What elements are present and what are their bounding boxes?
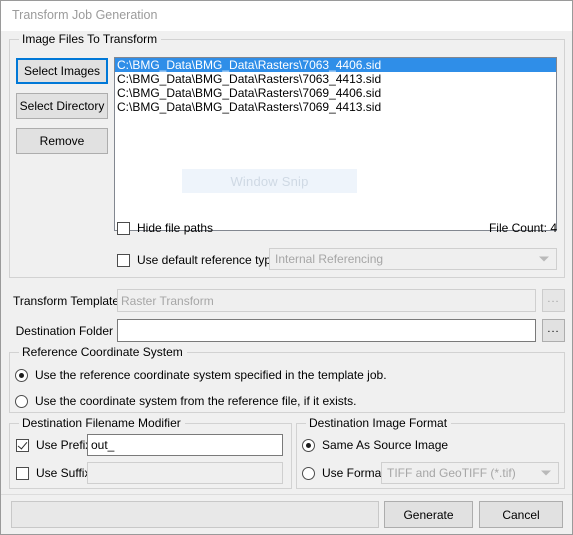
- prefix-input-value: out_: [91, 438, 115, 452]
- transform-template-label: Transform Template: [13, 294, 120, 308]
- radio-template-job-coordinate-system-box[interactable]: [15, 368, 28, 382]
- radio-template-job-coordinate-system[interactable]: Use the reference coordinate system spec…: [15, 368, 387, 382]
- destination-filename-modifier-group-label: Destination Filename Modifier: [19, 417, 185, 429]
- hide-file-paths-checkbox[interactable]: Hide file paths: [117, 221, 213, 235]
- select-images-button[interactable]: Select Images: [16, 58, 108, 84]
- reference-type-value: Internal Referencing: [275, 252, 384, 266]
- radio-reference-file-coordinate-system-label: Use the coordinate system from the refer…: [35, 394, 357, 408]
- cancel-button-label: Cancel: [502, 507, 540, 522]
- file-list-item[interactable]: C:\BMG_Data\BMG_Data\Rasters\7069_4406.s…: [115, 86, 556, 100]
- destination-folder-field[interactable]: [117, 319, 536, 342]
- radio-same-as-source-image-box[interactable]: [302, 438, 315, 452]
- image-format-combobox: TIFF and GeoTIFF (*.tif): [381, 462, 559, 484]
- use-suffix-label: Use Suffix: [36, 466, 91, 480]
- radio-same-as-source-image[interactable]: Same As Source Image: [302, 438, 448, 452]
- radio-use-format[interactable]: Use Format: [302, 466, 385, 480]
- transform-template-browse-label: ...: [547, 292, 560, 305]
- remove-button-label: Remove: [39, 134, 85, 148]
- use-default-reference-type-label: Use default reference type: [137, 253, 278, 267]
- cancel-button[interactable]: Cancel: [479, 501, 563, 528]
- transform-job-generation-dialog: Transform Job Generation Image Files To …: [0, 0, 573, 535]
- window-title: Transform Job Generation: [12, 8, 158, 22]
- use-suffix-checkbox[interactable]: Use Suffix: [16, 466, 90, 480]
- status-progress-bar: [11, 501, 379, 528]
- use-default-reference-type-checkbox-box[interactable]: [117, 253, 130, 267]
- reference-type-combobox[interactable]: Internal Referencing: [269, 248, 557, 270]
- prefix-input[interactable]: out_: [87, 434, 283, 456]
- transform-template-browse-button: ...: [542, 289, 565, 312]
- select-images-button-label: Select Images: [23, 64, 101, 78]
- use-prefix-checkbox[interactable]: Use Prefix: [16, 438, 91, 452]
- image-format-value: TIFF and GeoTIFF (*.tif): [387, 466, 516, 480]
- destination-folder-label: Destination Folder: [15, 324, 113, 338]
- use-prefix-checkbox-box[interactable]: [16, 438, 29, 452]
- remove-button[interactable]: Remove: [16, 128, 108, 154]
- hide-file-paths-label: Hide file paths: [137, 221, 214, 235]
- generate-button-label: Generate: [403, 507, 454, 522]
- reference-coordinate-system-group-label: Reference Coordinate System: [19, 346, 187, 358]
- title-bar[interactable]: Transform Job Generation: [1, 1, 572, 31]
- use-default-reference-type-checkbox[interactable]: Use default reference type: [117, 253, 278, 267]
- radio-use-format-label: Use Format: [322, 466, 385, 480]
- select-directory-button[interactable]: Select Directory: [16, 93, 108, 119]
- transform-template-field: Raster Transform: [117, 289, 536, 312]
- chevron-down-icon: [539, 256, 549, 262]
- radio-reference-file-coordinate-system-box[interactable]: [15, 394, 28, 408]
- dialog-client-area: Image Files To Transform Select Images S…: [1, 31, 572, 534]
- destination-image-format-group-label: Destination Image Format: [306, 417, 452, 429]
- window-snip-overlay: Window Snip: [182, 169, 357, 193]
- file-count-label: File Count: 4: [488, 221, 557, 235]
- footer-separator: [1, 494, 572, 495]
- generate-button[interactable]: Generate: [384, 501, 473, 528]
- transform-template-value: Raster Transform: [121, 293, 214, 308]
- use-suffix-checkbox-box[interactable]: [16, 466, 29, 480]
- window-snip-label: Window Snip: [230, 173, 309, 189]
- hide-file-paths-checkbox-box[interactable]: [117, 221, 130, 235]
- use-prefix-label: Use Prefix: [36, 438, 92, 452]
- file-list-item[interactable]: C:\BMG_Data\BMG_Data\Rasters\7069_4413.s…: [115, 100, 556, 114]
- file-list-item[interactable]: C:\BMG_Data\BMG_Data\Rasters\7063_4413.s…: [115, 72, 556, 86]
- chevron-down-icon: [541, 470, 551, 476]
- suffix-input: [87, 462, 283, 484]
- radio-same-as-source-image-label: Same As Source Image: [322, 438, 449, 452]
- radio-template-job-coordinate-system-label: Use the reference coordinate system spec…: [35, 368, 387, 382]
- radio-reference-file-coordinate-system[interactable]: Use the coordinate system from the refer…: [15, 394, 356, 408]
- file-list-item[interactable]: C:\BMG_Data\BMG_Data\Rasters\7063_4406.s…: [115, 58, 556, 72]
- destination-folder-browse-button[interactable]: ...: [542, 319, 565, 342]
- radio-use-format-box[interactable]: [302, 466, 315, 480]
- image-files-group-label: Image Files To Transform: [19, 33, 162, 45]
- destination-folder-browse-label: ...: [547, 322, 560, 335]
- file-list[interactable]: C:\BMG_Data\BMG_Data\Rasters\7063_4406.s…: [114, 57, 557, 231]
- select-directory-button-label: Select Directory: [19, 99, 105, 113]
